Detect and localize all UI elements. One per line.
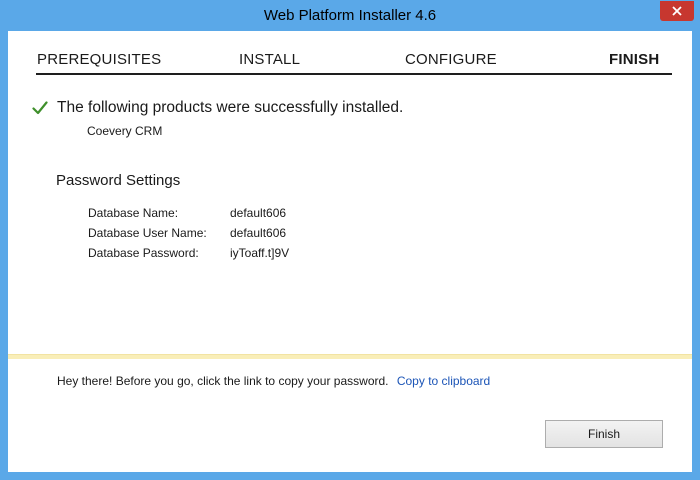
password-settings-title: Password Settings — [56, 172, 181, 189]
installed-product: Coevery CRM — [87, 124, 163, 138]
finish-button[interactable]: Finish — [545, 420, 663, 448]
step-prerequisites: PREREQUISITES — [37, 51, 162, 68]
database-password-label: Database Password: — [88, 246, 199, 260]
checkmark-icon — [32, 101, 48, 115]
copy-notice-text: Hey there! Before you go, click the link… — [57, 374, 389, 388]
database-name-label: Database Name: — [88, 206, 179, 220]
database-user-value: default606 — [230, 226, 287, 240]
close-icon — [672, 6, 682, 16]
title-bar[interactable]: Web Platform Installer 4.6 — [0, 0, 700, 31]
copy-notice: Hey there! Before you go, click the link… — [57, 374, 490, 388]
step-install: INSTALL — [239, 51, 301, 68]
copy-to-clipboard-link[interactable]: Copy to clipboard — [397, 374, 490, 388]
database-user-label: Database User Name: — [88, 226, 207, 240]
success-row: The following products were successfully… — [32, 98, 403, 118]
steps-divider — [36, 73, 672, 75]
step-configure: CONFIGURE — [405, 51, 497, 68]
client-area: PREREQUISITES INSTALL CONFIGURE FINISH T… — [8, 31, 692, 472]
window-title: Web Platform Installer 4.6 — [263, 7, 437, 24]
notice-divider — [8, 354, 692, 359]
database-password-value: iyToaff.t]9V — [230, 246, 290, 260]
database-name-value: default606 — [230, 206, 287, 220]
installer-window: Web Platform Installer 4.6 PREREQUISITES… — [0, 0, 700, 480]
wizard-steps: PREREQUISITES INSTALL CONFIGURE FINISH — [8, 31, 692, 83]
success-message: The following products were successfully… — [57, 99, 404, 116]
step-finish: FINISH — [609, 51, 660, 68]
close-button[interactable] — [660, 1, 694, 21]
